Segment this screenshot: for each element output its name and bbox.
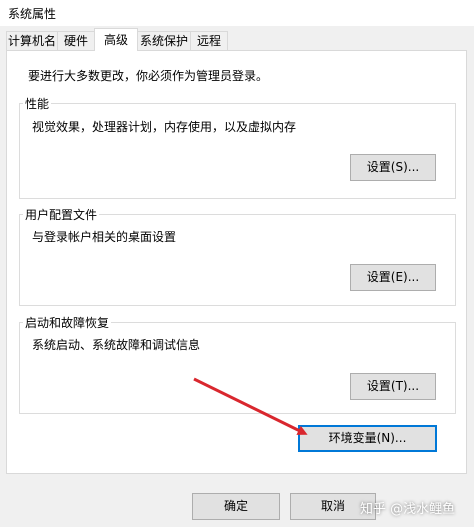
tab-advanced[interactable]: 高级 bbox=[94, 28, 138, 51]
ok-button[interactable]: 确定 bbox=[192, 493, 280, 520]
red-arrow-annotation bbox=[193, 377, 308, 435]
watermark-text: 知乎 @浅水鲤鱼 bbox=[360, 502, 456, 517]
